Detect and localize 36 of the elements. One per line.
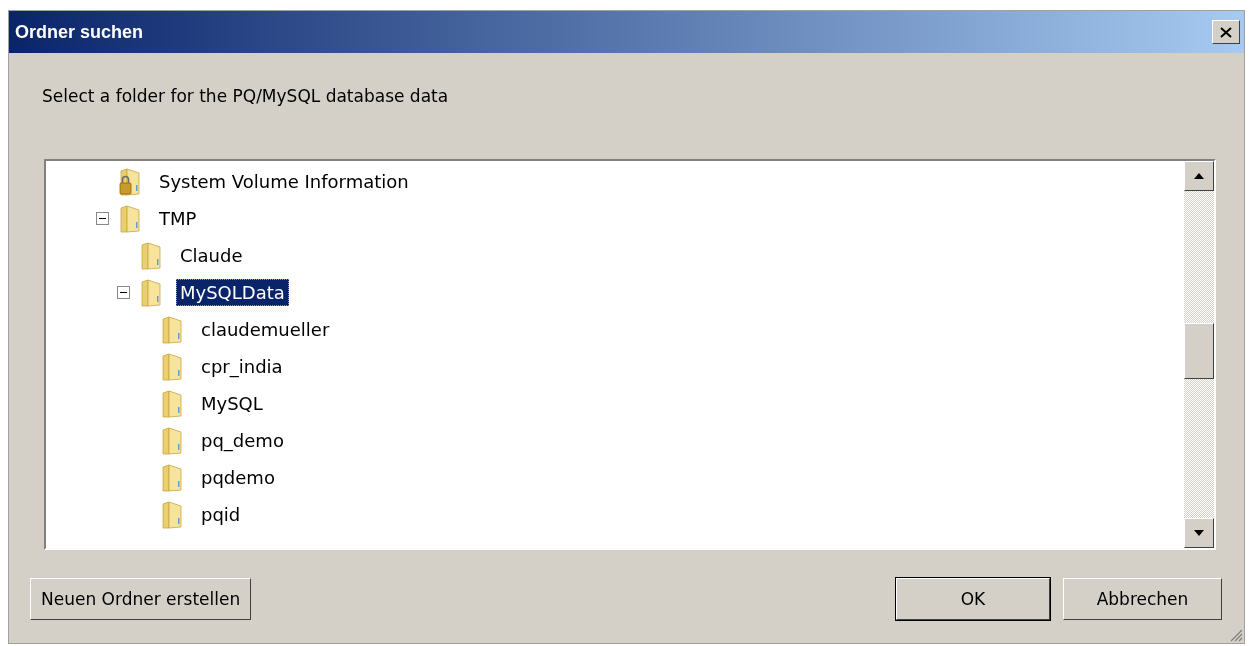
folder-item[interactable]: claudemueller — [197, 316, 334, 343]
scroll-thumb[interactable] — [1184, 323, 1214, 379]
folder-icon — [140, 240, 162, 271]
folder-item[interactable]: pq_demo — [197, 427, 288, 454]
folder-item[interactable]: MySQLData — [176, 279, 289, 306]
folder-item[interactable]: System Volume Information — [155, 168, 413, 195]
folder-icon — [140, 277, 162, 308]
folder-icon — [161, 425, 183, 456]
window-title: Ordner suchen — [15, 21, 144, 43]
folder-icon — [161, 314, 183, 345]
ok-button[interactable]: OK — [896, 578, 1050, 620]
locked-folder-icon — [119, 166, 141, 197]
close-icon — [1220, 26, 1232, 38]
folder-icon — [161, 388, 183, 419]
folder-icon — [161, 351, 183, 382]
folder-icon — [161, 499, 183, 530]
scroll-down-button[interactable] — [1184, 518, 1214, 548]
folder-item[interactable]: MySQL — [197, 390, 267, 417]
prompt-text: Select a folder for the PQ/MySQL database data — [42, 86, 450, 106]
folder-item[interactable]: TMP — [155, 205, 201, 232]
up-arrow-icon — [1194, 173, 1204, 179]
folder-item[interactable]: Claude — [176, 242, 247, 269]
folder-item[interactable]: pqid — [197, 501, 245, 528]
resize-grip-icon[interactable] — [1229, 628, 1243, 642]
folder-icon — [119, 203, 141, 234]
cancel-button[interactable]: Abbrechen — [1063, 578, 1222, 620]
folder-item[interactable]: pqdemo — [197, 464, 279, 491]
folder-icon — [161, 462, 183, 493]
scroll-up-button[interactable] — [1184, 161, 1214, 191]
scrollbar[interactable] — [1184, 161, 1214, 548]
new-folder-button[interactable]: Neuen Ordner erstellen — [30, 578, 252, 620]
folder-item[interactable]: cpr_india — [197, 353, 287, 380]
close-button[interactable] — [1212, 20, 1240, 44]
down-arrow-icon — [1194, 530, 1204, 536]
collapse-icon[interactable] — [96, 212, 109, 225]
collapse-icon[interactable] — [117, 286, 130, 299]
